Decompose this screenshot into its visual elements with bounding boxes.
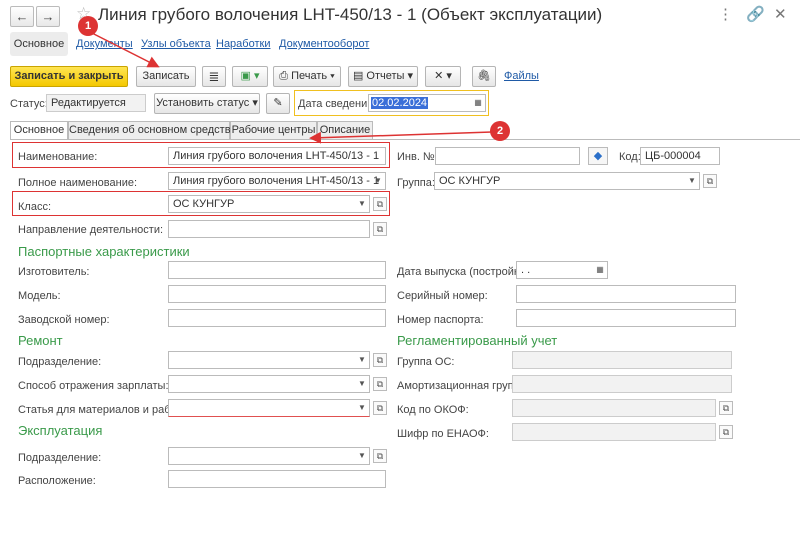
arrow-2	[309, 131, 493, 144]
annotation-badge-1: 1	[78, 16, 98, 36]
arrow-1	[85, 29, 160, 68]
annotation-arrows	[85, 29, 493, 144]
annotation-badge-2: 2	[490, 121, 510, 141]
